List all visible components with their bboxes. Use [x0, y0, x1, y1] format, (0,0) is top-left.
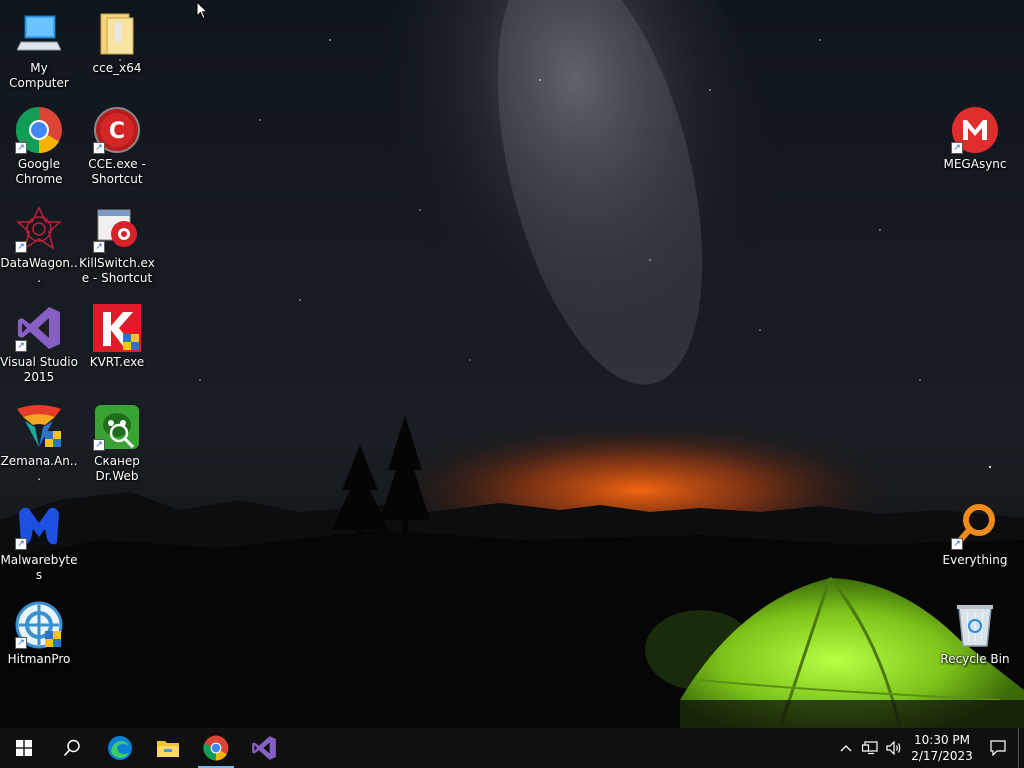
icon-label: Zemana.An... [0, 454, 78, 483]
search-icon [63, 739, 80, 757]
network-icon [862, 741, 878, 755]
hitmanpro-icon: ↗ [15, 601, 63, 649]
svg-text:C: C [109, 119, 125, 144]
icon-label: Сканер Dr.Web [94, 454, 140, 483]
shortcut-arrow-icon: ↗ [93, 241, 105, 253]
icon-label: My Computer [9, 61, 69, 90]
drweb-icon: ↗ [93, 403, 141, 451]
desktop-icon-everything[interactable]: ↗ Everything [936, 502, 1014, 568]
desktop-icon-malwarebytes[interactable]: ↗ Malwarebytes [0, 502, 78, 583]
shortcut-arrow-icon: ↗ [15, 142, 27, 154]
desktop-icon-cce-x64[interactable]: cce_x64 [78, 10, 156, 76]
shortcut-arrow-icon: ↗ [951, 538, 963, 550]
icon-label: MEGAsync [943, 157, 1007, 171]
icon-label: CCE.exe - Shortcut [88, 157, 146, 186]
shortcut-arrow-icon: ↗ [15, 538, 27, 550]
desktop-icon-kvrt[interactable]: KVRT.exe [78, 304, 156, 370]
desktop-icon-zemana[interactable]: Zemana.An... [0, 403, 78, 484]
recycle-bin-icon [951, 601, 999, 649]
icon-label: DataWagon... [0, 256, 78, 285]
taskbar-file-explorer[interactable] [144, 728, 192, 768]
taskbar-clock[interactable]: 10:30 PM 2/17/2023 [906, 732, 978, 764]
killswitch-icon: ↗ [93, 205, 141, 253]
search-button[interactable] [48, 728, 96, 768]
mega-icon: ↗ [951, 106, 999, 154]
shortcut-arrow-icon: ↗ [15, 241, 27, 253]
desktop-icon-megasync[interactable]: ↗ MEGAsync [936, 106, 1014, 172]
taskbar-edge[interactable] [96, 728, 144, 768]
computer-icon [15, 10, 63, 58]
chevron-up-icon [840, 745, 852, 752]
start-button[interactable] [0, 728, 48, 768]
taskbar: 10:30 PM 2/17/2023 [0, 728, 1024, 768]
icon-label: Visual Studio 2015 [0, 355, 78, 384]
shortcut-arrow-icon: ↗ [15, 340, 27, 352]
notification-icon [990, 740, 1006, 756]
icon-label: KillSwitch.exe - Shortcut [79, 256, 155, 285]
icon-label: Google Chrome [15, 157, 63, 186]
desktop-icon-datawagon[interactable]: ↗ DataWagon... [0, 205, 78, 286]
desktop-icon-drweb[interactable]: ↗ Сканер Dr.Web [78, 403, 156, 484]
icon-label: Recycle Bin [940, 652, 1010, 666]
desktop-icon-cce-shortcut[interactable]: C ↗ CCE.exe - Shortcut [78, 106, 156, 187]
icon-label: Malwarebytes [0, 553, 78, 582]
desktop-icon-hitmanpro[interactable]: ↗ HitmanPro [0, 601, 78, 667]
everything-search-icon: ↗ [951, 502, 999, 550]
desktop-icon-visual-studio[interactable]: ↗ Visual Studio 2015 [0, 304, 78, 385]
edge-icon [108, 736, 132, 760]
windows-logo-icon [16, 740, 32, 756]
kvrt-icon [93, 304, 141, 352]
desktop-icon-recycle-bin[interactable]: Recycle Bin [936, 601, 1014, 667]
visual-studio-icon: ↗ [15, 304, 63, 352]
file-explorer-icon [157, 741, 179, 757]
system-tray: 10:30 PM 2/17/2023 [834, 728, 1024, 768]
cce-icon: C ↗ [93, 106, 141, 154]
shortcut-arrow-icon: ↗ [15, 637, 27, 649]
desktop-icon-my-computer[interactable]: My Computer [0, 10, 78, 91]
icon-label: HitmanPro [7, 652, 71, 666]
speaker-icon [886, 741, 901, 755]
icon-label: KVRT.exe [89, 355, 145, 369]
chrome-icon: ↗ [15, 106, 63, 154]
desktop-icon-google-chrome[interactable]: ↗ Google Chrome [0, 106, 78, 187]
network-button[interactable] [858, 728, 882, 768]
shortcut-arrow-icon: ↗ [93, 439, 105, 451]
taskbar-chrome[interactable] [192, 728, 240, 768]
icon-label: cce_x64 [92, 61, 142, 75]
folder-icon [93, 10, 141, 58]
malwarebytes-icon: ↗ [15, 502, 63, 550]
action-center-button[interactable] [978, 728, 1018, 768]
clock-date: 2/17/2023 [911, 749, 973, 763]
shortcut-arrow-icon: ↗ [951, 142, 963, 154]
shortcut-arrow-icon: ↗ [93, 142, 105, 154]
chrome-icon [203, 735, 229, 761]
visual-studio-icon [252, 736, 276, 760]
mouse-cursor-icon [196, 0, 209, 24]
show-desktop-button[interactable] [1018, 728, 1024, 768]
zemana-icon [15, 403, 63, 451]
icon-label: Everything [942, 553, 1008, 567]
datawagon-icon: ↗ [15, 205, 63, 253]
volume-button[interactable] [882, 728, 906, 768]
show-hidden-icons-button[interactable] [834, 728, 858, 768]
clock-time: 10:30 PM [914, 733, 970, 747]
desktop-icon-killswitch[interactable]: ↗ KillSwitch.exe - Shortcut [78, 205, 156, 286]
taskbar-visual-studio[interactable] [240, 728, 288, 768]
